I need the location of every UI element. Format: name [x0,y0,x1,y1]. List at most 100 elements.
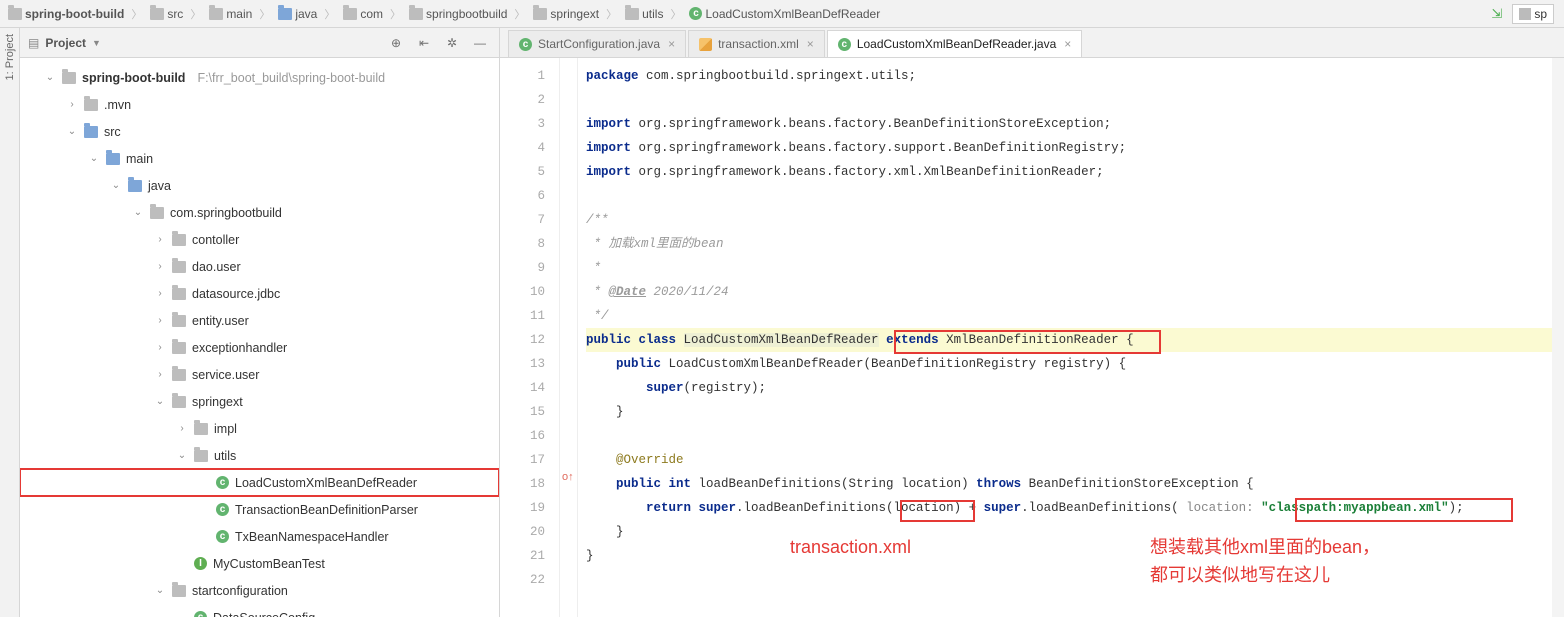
tree-node[interactable]: ⌄utils [20,442,499,469]
folder-blue-icon [278,8,292,20]
chevron-icon[interactable]: ⌄ [132,207,144,218]
breadcrumb-item[interactable]: springbootbuild [405,0,529,28]
folder-icon [62,72,76,84]
gear-icon[interactable]: ✲ [441,32,463,54]
right-toolbar-button[interactable]: sp [1512,4,1554,24]
tree-node-label: src [104,125,121,139]
breadcrumb-item[interactable]: src [146,0,205,28]
build-icon[interactable]: ⇲ [1491,6,1502,22]
tree-node-hint: F:\frr_boot_build\spring-boot-build [197,71,385,85]
chevron-icon[interactable]: › [154,315,166,326]
breadcrumb-label: LoadCustomXmlBeanDefReader [705,7,880,21]
hide-icon[interactable]: — [469,32,491,54]
folder-icon [84,99,98,111]
folder-icon [172,396,186,408]
class-icon [838,38,851,51]
editor-tab[interactable]: StartConfiguration.java × [508,30,686,57]
breadcrumb-item[interactable]: utils [621,0,685,28]
chevron-icon[interactable]: ⌄ [66,126,78,137]
chevron-icon[interactable]: › [154,234,166,245]
chevron-icon[interactable]: › [154,369,166,380]
breadcrumb-item[interactable]: springext [529,0,621,28]
collapse-icon[interactable]: ⇤ [413,32,435,54]
project-tree[interactable]: ⌄ spring-boot-build F:\frr_boot_build\spri… [20,58,499,617]
breadcrumb-label: springext [550,7,599,21]
chevron-icon[interactable]: ⌄ [88,153,100,164]
folder-icon [343,8,357,20]
tree-node-label: springext [192,395,243,409]
folder-icon [625,8,639,20]
tree-node[interactable]: ⌄ startconfiguration [20,577,499,604]
folder-icon [409,8,423,20]
chevron-icon[interactable]: › [176,423,188,434]
class-icon [689,7,702,20]
chevron-icon[interactable]: ⌄ [176,450,188,461]
tree-node[interactable]: › datasource.jdbc [20,280,499,307]
class-icon [194,611,207,617]
tree-node[interactable]: ⌄main [20,145,499,172]
tree-node[interactable]: ⌄java [20,172,499,199]
folder-icon [209,8,223,20]
close-icon[interactable]: × [1064,37,1071,51]
locate-icon[interactable]: ⊕ [385,32,407,54]
tree-node[interactable]: ›service.user [20,361,499,388]
tree-node[interactable]: MyCustomBeanTest [20,550,499,577]
tree-node[interactable]: ›exceptionhandler [20,334,499,361]
tree-node-label: startconfiguration [192,584,288,598]
override-icon[interactable]: o↑ [562,471,574,483]
chevron-icon[interactable]: ⌄ [154,396,166,407]
chevron-icon[interactable]: › [154,288,166,299]
tree-node-label: MyCustomBeanTest [213,557,325,571]
tree-node[interactable]: ⌄ src [20,118,499,145]
folder-icon [172,234,186,246]
breadcrumb-label: utils [642,7,663,21]
vertical-scrollbar[interactable] [1552,58,1564,617]
tree-node-label: contoller [192,233,239,247]
iface-icon [194,557,207,570]
tree-node-label: dao.user [192,260,241,274]
chevron-icon[interactable]: ⌄ [44,72,56,83]
folder-blue-icon [84,126,98,138]
tree-node[interactable]: LoadCustomXmlBeanDefReader [20,469,499,496]
tree-node[interactable]: ›.mvn [20,91,499,118]
breadcrumb-label: springbootbuild [426,7,507,21]
tree-node-label: TransactionBeanDefinitionParser [235,503,418,517]
tree-node[interactable]: ⌄ springext [20,388,499,415]
code-content[interactable]: package com.springbootbuild.springext.ut… [578,58,1564,617]
tab-label: StartConfiguration.java [538,37,660,51]
tree-node[interactable]: TxBeanNamespaceHandler [20,523,499,550]
folder-icon [172,585,186,597]
editor-tab[interactable]: LoadCustomXmlBeanDefReader.java × [827,30,1082,57]
tree-node-label: datasource.jdbc [192,287,280,301]
tree-node[interactable]: › contoller [20,226,499,253]
tree-node-label: DataSourceConfig [213,611,315,617]
tree-node[interactable]: › dao.user [20,253,499,280]
tree-node-label: spring-boot-build [82,71,185,85]
chevron-icon[interactable]: ⌄ [110,180,122,191]
tab-label: LoadCustomXmlBeanDefReader.java [857,37,1056,51]
chevron-icon[interactable]: › [66,99,78,110]
chevron-icon[interactable]: ⌄ [154,585,166,596]
folder-icon [172,369,186,381]
breadcrumb-item[interactable]: main [205,0,274,28]
tree-node[interactable]: ⌄ spring-boot-build F:\frr_boot_build\spri… [20,64,499,91]
tree-node[interactable]: ›entity.user [20,307,499,334]
class-icon [519,38,532,51]
folder-blue-icon [128,180,142,192]
breadcrumb-item[interactable]: com [339,0,405,28]
tree-node[interactable]: DataSourceConfig [20,604,499,617]
chevron-icon[interactable]: › [154,342,166,353]
breadcrumb-item[interactable]: java [274,0,339,28]
chevron-icon[interactable]: › [154,261,166,272]
folder-icon [150,8,164,20]
breadcrumb-label: src [167,7,183,21]
tree-node[interactable]: ⌄com.springbootbuild [20,199,499,226]
tree-node[interactable]: ›impl [20,415,499,442]
breadcrumb-item[interactable]: LoadCustomXmlBeanDefReader [685,0,891,28]
breadcrumb-item[interactable]: spring-boot-build [4,0,146,28]
close-icon[interactable]: × [668,37,675,51]
editor-tab[interactable]: transaction.xml× [688,30,825,57]
close-icon[interactable]: × [807,37,814,51]
project-tool-window-button[interactable]: 1: Project [2,28,18,86]
tree-node[interactable]: TransactionBeanDefinitionParser [20,496,499,523]
